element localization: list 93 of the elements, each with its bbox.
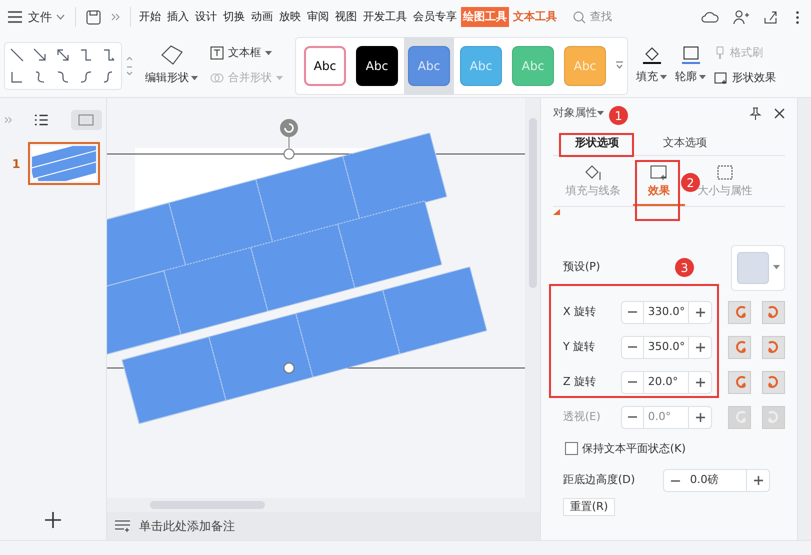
field-label: 预设(P) xyxy=(563,259,600,276)
rotation-handle[interactable] xyxy=(280,119,298,148)
caret-icon xyxy=(191,76,198,81)
menu-icon[interactable] xyxy=(8,11,22,23)
edit-shape-button[interactable]: 编辑形状 xyxy=(145,70,198,87)
panel-title: 对象属性 xyxy=(553,104,597,121)
ribbon-tab[interactable]: 会员专享 xyxy=(411,7,459,27)
share-icon[interactable] xyxy=(763,10,778,24)
ribbon-tab[interactable]: 开始 xyxy=(137,7,163,27)
step-number-badge: 2 xyxy=(681,173,700,192)
edit-points-icon[interactable] xyxy=(158,44,184,66)
slide-view-tab[interactable] xyxy=(70,110,102,130)
field-label: 距底边高度(D) xyxy=(563,472,636,488)
shape-effects-icon xyxy=(714,70,728,85)
connector-line-icon[interactable] xyxy=(78,68,94,84)
vertical-scrollbar[interactable] xyxy=(525,98,540,498)
pin-icon[interactable] xyxy=(749,106,762,120)
step-number-badge: 3 xyxy=(675,258,694,277)
ribbon-tab[interactable]: 视图 xyxy=(333,7,359,27)
outline-button[interactable]: 轮廓 xyxy=(675,69,706,86)
gallery-scroll-icon[interactable] xyxy=(126,56,133,76)
checkbox[interactable] xyxy=(565,442,578,456)
paintbrush-icon xyxy=(714,46,726,60)
rotate-preset-button[interactable] xyxy=(762,336,785,358)
search-icon xyxy=(573,10,586,24)
field-label: X 旋转 xyxy=(563,304,598,320)
ribbon-tab[interactable]: 放映 xyxy=(277,7,303,27)
ribbon-tab[interactable]: 设计 xyxy=(193,7,219,27)
fill-line-icon xyxy=(584,164,602,181)
field-label: 透视(E) xyxy=(563,408,602,425)
rotate-preset-button[interactable] xyxy=(728,336,751,358)
notes-field[interactable]: 单击此处添加备注 xyxy=(139,517,235,535)
more-options-icon[interactable] xyxy=(796,10,799,24)
file-menu[interactable]: 文件 xyxy=(28,8,65,26)
caret-icon xyxy=(772,265,780,270)
notes-icon xyxy=(115,520,131,532)
slide-number: 1 xyxy=(12,156,20,172)
connector-line-icon[interactable] xyxy=(9,46,25,62)
rotate-arrow-icon xyxy=(766,410,780,424)
ribbon-tab[interactable]: 动画 xyxy=(249,7,275,27)
field-label: Y 旋转 xyxy=(563,338,596,355)
caret-icon xyxy=(276,76,283,80)
ribbon-tab[interactable]: 插入 xyxy=(165,7,191,27)
panel-tab[interactable]: 形状选项 xyxy=(553,132,641,155)
effects-icon xyxy=(650,164,668,181)
rotate-preset-button[interactable] xyxy=(762,370,785,394)
dropdown-caret-icon xyxy=(597,110,604,116)
merge-icon xyxy=(210,70,224,85)
shape-effects-button[interactable]: 形状效果 xyxy=(714,70,776,86)
connector-line-icon[interactable] xyxy=(55,46,71,62)
section-collapse-icon[interactable] xyxy=(553,208,560,214)
ribbon-tab[interactable]: 开发工具 xyxy=(361,7,409,27)
close-icon[interactable] xyxy=(774,108,785,118)
checkbox-label: 保持文本平面状态(K) xyxy=(582,440,686,456)
rotate-arrow-icon xyxy=(766,340,780,354)
connector-line-icon[interactable] xyxy=(32,46,48,62)
add-slide-icon[interactable] xyxy=(45,512,61,528)
add-user-icon[interactable] xyxy=(733,10,749,24)
fill-bucket-icon[interactable] xyxy=(640,45,662,66)
textbox-button[interactable]: 文本框 xyxy=(210,45,283,62)
chevron-down-icon xyxy=(56,14,65,20)
rotate-preset-button[interactable] xyxy=(728,370,751,394)
rotate-arrow-icon xyxy=(766,305,780,319)
ribbon-tab[interactable]: 切换 xyxy=(221,7,247,27)
slide-preview-drawing xyxy=(32,146,96,181)
outline-icon[interactable] xyxy=(680,45,702,66)
connector-line-icon[interactable] xyxy=(101,46,117,62)
panel-tab[interactable]: 文本选项 xyxy=(641,132,729,155)
horizontal-scrollbar[interactable] xyxy=(107,498,540,512)
textbox-icon xyxy=(210,46,224,60)
size-icon xyxy=(716,164,734,181)
tiled-shapes-drawing[interactable] xyxy=(107,132,488,424)
field-label: Z 旋转 xyxy=(563,374,598,390)
double-chevron-icon[interactable] xyxy=(111,13,120,21)
rotate-preset-button[interactable] xyxy=(728,300,751,324)
highlight-frame xyxy=(635,160,680,221)
rotate-arrow-icon xyxy=(766,375,780,389)
cloud-icon[interactable] xyxy=(701,10,719,24)
save-icon[interactable] xyxy=(86,10,101,24)
reset-button[interactable]: 重置(R) xyxy=(563,498,615,516)
step-number-badge: 1 xyxy=(609,106,628,125)
caret-icon xyxy=(660,75,667,80)
outline-view-icon[interactable] xyxy=(34,113,49,127)
slide-view-icon xyxy=(78,114,94,126)
fill-button[interactable]: 填充 xyxy=(636,69,667,86)
gallery-expand-icon[interactable] xyxy=(616,61,623,70)
rotate-preset-button[interactable] xyxy=(762,300,785,324)
slide-thumbnail[interactable] xyxy=(28,142,100,185)
connector-line-icon[interactable] xyxy=(78,46,94,62)
caret-icon xyxy=(699,75,706,80)
connector-line-icon[interactable] xyxy=(55,68,71,84)
ribbon-tab[interactable]: 审阅 xyxy=(305,7,331,27)
caret-icon xyxy=(265,51,272,56)
